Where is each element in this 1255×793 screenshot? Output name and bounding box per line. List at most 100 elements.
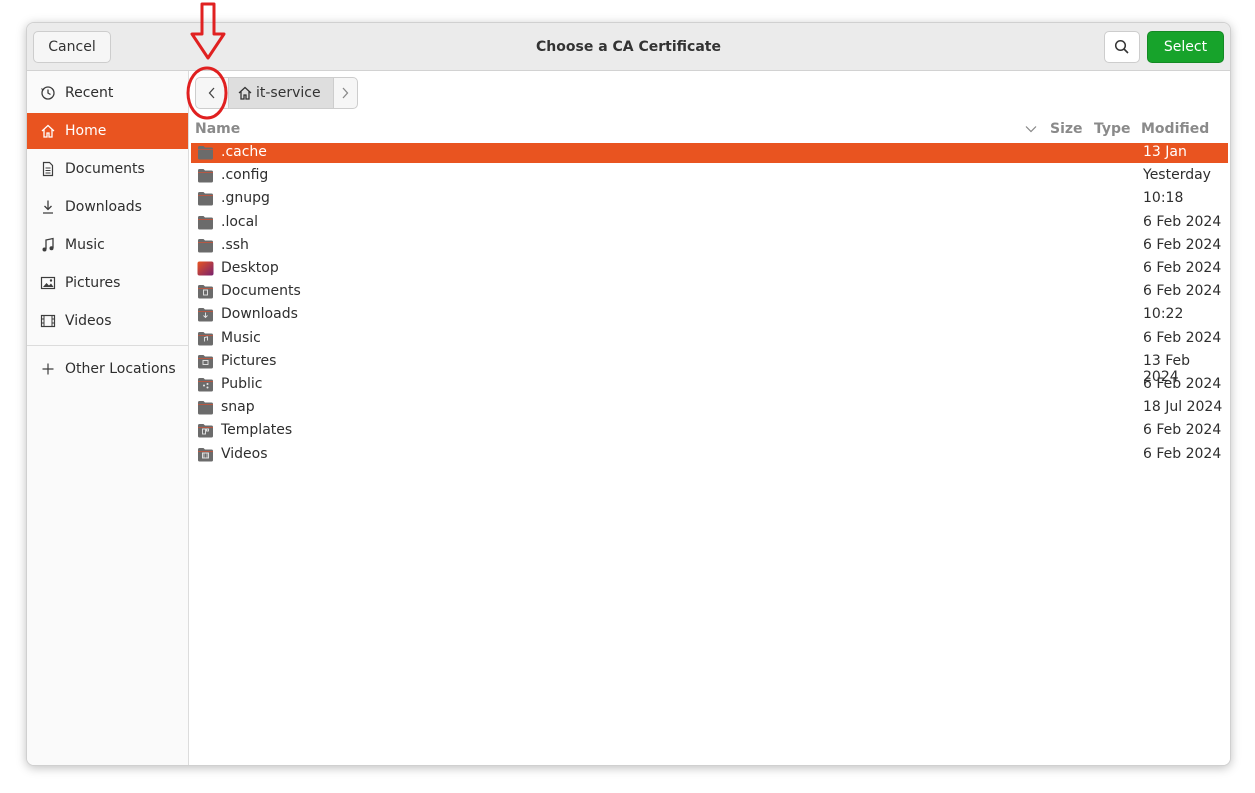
file-row[interactable]: .cache 13 Jan <box>191 143 1228 163</box>
music-icon <box>42 237 54 252</box>
sidebar-item-label: Other Locations <box>65 361 176 377</box>
sidebar-item-other-locations[interactable]: Other Locations <box>27 351 188 387</box>
file-row[interactable]: Music 6 Feb 2024 <box>191 329 1228 349</box>
sidebar-item-downloads[interactable]: Downloads <box>27 189 188 225</box>
file-name: Public <box>221 376 263 392</box>
search-button[interactable] <box>1104 31 1140 63</box>
file-name: Documents <box>221 283 301 300</box>
file-modified: 13 Jan <box>1143 144 1187 160</box>
file-name: .ssh <box>221 236 249 253</box>
file-name: Pictures <box>221 352 277 369</box>
search-icon <box>1114 39 1129 54</box>
file-name: Music <box>221 329 261 346</box>
chevron-left-icon <box>208 87 215 99</box>
folder-icon <box>198 238 213 253</box>
file-name: .local <box>221 213 259 230</box>
sidebar-item-label: Recent <box>65 85 114 101</box>
path-bar: it-service <box>195 77 358 109</box>
path-back-button[interactable] <box>195 77 229 109</box>
music-folder-icon <box>198 331 213 346</box>
file-modified: 6 Feb 2024 <box>1143 213 1222 230</box>
documents-folder-icon <box>198 285 213 299</box>
file-name: Videos <box>221 445 268 462</box>
file-row[interactable]: .ssh 6 Feb 2024 <box>191 236 1228 256</box>
pictures-folder-icon <box>198 354 213 369</box>
file-browser-pane: it-service Name Size Type Modified .cach… <box>189 71 1230 765</box>
select-button[interactable]: Select <box>1147 31 1224 63</box>
folder-icon <box>198 215 213 230</box>
sidebar-item-music[interactable]: Music <box>27 227 188 263</box>
templates-folder-icon <box>198 424 213 438</box>
downloads-folder-icon <box>198 308 213 322</box>
path-segment-label: it-service <box>256 85 321 101</box>
file-row[interactable]: Videos 6 Feb 2024 <box>191 445 1228 465</box>
header-bar: Cancel Choose a CA Certificate Select <box>27 23 1230 71</box>
column-header-type[interactable]: Type <box>1094 121 1131 137</box>
file-chooser-dialog: Cancel Choose a CA Certificate Select Re… <box>26 22 1231 766</box>
sidebar-item-label: Documents <box>65 161 145 177</box>
sidebar-item-label: Home <box>65 123 107 139</box>
picture-icon <box>40 276 56 290</box>
video-icon <box>40 314 56 328</box>
file-modified: 18 Jul 2024 <box>1143 399 1223 416</box>
file-name: .gnupg <box>221 190 270 207</box>
file-modified: Yesterday <box>1143 167 1211 184</box>
sidebar-item-label: Pictures <box>65 275 121 291</box>
file-modified: 10:22 <box>1143 306 1184 323</box>
sidebar-item-home[interactable]: Home <box>27 113 188 149</box>
file-row[interactable]: Templates 6 Feb 2024 <box>191 421 1228 441</box>
file-row[interactable]: Downloads 10:22 <box>191 305 1228 325</box>
file-row[interactable]: .config Yesterday <box>191 166 1228 186</box>
column-headers: Name Size Type Modified <box>189 118 1230 142</box>
file-modified: 6 Feb 2024 <box>1143 422 1222 439</box>
sidebar-item-pictures[interactable]: Pictures <box>27 265 188 301</box>
document-icon <box>42 161 54 177</box>
file-row[interactable]: Desktop 6 Feb 2024 <box>191 259 1228 279</box>
sidebar-item-videos[interactable]: Videos <box>27 303 188 339</box>
path-forward-button[interactable] <box>332 77 358 109</box>
file-name: Downloads <box>221 306 298 323</box>
chevron-right-icon <box>342 87 349 99</box>
places-sidebar: Recent Home Documents Downloads Music Pi… <box>27 71 189 765</box>
sidebar-item-label: Music <box>65 237 105 253</box>
file-row[interactable]: snap 18 Jul 2024 <box>191 398 1228 418</box>
dialog-title-container: Choose a CA Certificate <box>27 23 1230 70</box>
cancel-button[interactable]: Cancel <box>33 31 111 63</box>
desktop-folder-icon <box>197 261 214 276</box>
clock-icon <box>41 86 55 100</box>
file-modified: 6 Feb 2024 <box>1143 376 1222 392</box>
folder-icon <box>198 146 213 160</box>
folder-icon <box>198 401 213 415</box>
sidebar-item-documents[interactable]: Documents <box>27 151 188 187</box>
sidebar-item-recent[interactable]: Recent <box>27 75 188 111</box>
sidebar-item-label: Downloads <box>65 199 142 215</box>
file-row[interactable]: .gnupg 10:18 <box>191 189 1228 209</box>
home-icon <box>41 124 55 138</box>
path-segment-home[interactable]: it-service <box>229 77 333 109</box>
file-row[interactable]: .local 6 Feb 2024 <box>191 213 1228 233</box>
file-modified: 6 Feb 2024 <box>1143 329 1222 346</box>
file-name: snap <box>221 399 255 416</box>
chevron-down-icon[interactable] <box>1024 123 1038 135</box>
folder-icon <box>198 169 213 183</box>
file-name: Templates <box>221 422 293 439</box>
column-header-size[interactable]: Size <box>1050 121 1083 137</box>
file-row[interactable]: Documents 6 Feb 2024 <box>191 282 1228 302</box>
column-header-modified[interactable]: Modified <box>1141 121 1209 137</box>
file-name: Desktop <box>221 260 279 276</box>
file-name: .cache <box>221 144 267 160</box>
file-modified: 10:18 <box>1143 190 1184 207</box>
file-name: .config <box>221 167 269 184</box>
file-row[interactable]: Public 6 Feb 2024 <box>191 375 1228 395</box>
column-header-name[interactable]: Name <box>195 121 240 137</box>
download-icon <box>43 200 53 214</box>
plus-icon <box>42 363 54 375</box>
file-modified: 6 Feb 2024 <box>1143 260 1222 276</box>
file-row[interactable]: Pictures 13 Feb 2024 <box>191 352 1228 385</box>
sidebar-item-label: Videos <box>65 313 112 329</box>
public-folder-icon <box>198 378 213 392</box>
folder-icon <box>198 192 213 206</box>
file-modified: 6 Feb 2024 <box>1143 445 1222 462</box>
file-modified: 6 Feb 2024 <box>1143 236 1222 253</box>
dialog-title: Choose a CA Certificate <box>536 38 721 55</box>
